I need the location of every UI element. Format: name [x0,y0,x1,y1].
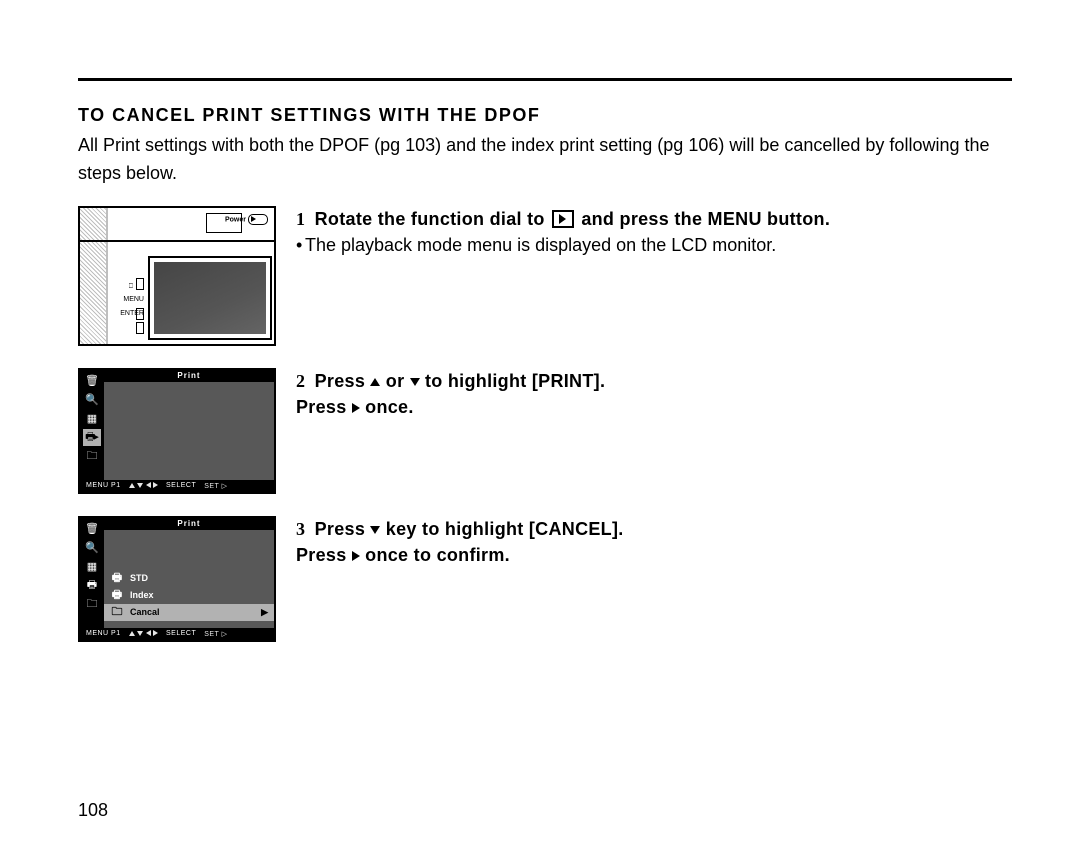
arrow-up-icon [370,378,380,386]
trash-icon: 🗑 [83,372,101,389]
intro-text: All Print settings with both the DPOF (p… [78,132,1012,188]
arrow-right-icon [352,403,360,413]
folder-icon: 🗀 [83,448,101,465]
step-number: 3 [296,519,305,539]
menu-title: Print [104,370,274,382]
page-number: 108 [78,800,108,821]
playback-mode-icon [552,210,574,228]
power-label: Power [225,216,246,223]
step-number: 2 [296,371,305,391]
camera-illustration: Power ⎕ MENU ENTER [78,206,276,346]
grid-icon: ▦ [83,410,101,427]
menu-sidebar: 🗑 🔍 ▦ 🖶▶ 🗀 [80,370,104,480]
folder-icon: 🗀 [110,604,124,621]
menu-illustration-2: 🗑 🔍 ▦ 🖶 🗀 Print 🖶 STD 🖶 [78,516,276,642]
menu-body [104,382,274,480]
grid-icon: ▦ [83,558,101,575]
step-3-heading: 3 Press key to highlight [CANCEL]. Press… [296,516,1012,568]
camera-back-btn-enter: ENTER [114,306,144,320]
arrow-down-icon [410,378,420,386]
step-1-heading: 1 Rotate the function dial to and press … [296,206,1012,232]
arrow-down-icon [370,526,380,534]
step-1-detail: •The playback mode menu is displayed on … [296,232,1012,260]
manual-page: To Cancel Print Settings with the DPOF A… [0,78,1080,843]
step-3: 🗑 🔍 ▦ 🖶 🗀 Print 🖶 STD 🖶 [78,516,1012,642]
menu-illustration-1: 🗑 🔍 ▦ 🖶▶ 🗀 Print MENU P1 SELECT SET ▷ [78,368,276,494]
magnifier-icon: 🔍 [83,391,101,408]
section-title: To Cancel Print Settings with the DPOF [78,105,1012,126]
menu-sidebar: 🗑 🔍 ▦ 🖶 🗀 [80,518,104,628]
steps-block: Power ⎕ MENU ENTER 1 Rotate the function… [78,206,1012,642]
camera-back-btn-1: ⎕ [114,278,144,292]
step-number: 1 [296,209,305,229]
lcd-monitor-icon [148,256,272,340]
folder-icon: 🗀 [83,596,101,613]
top-rule [78,78,1012,81]
step-2-heading: 2 Press or to highlight [PRINT]. Press o… [296,368,1012,420]
menu-row-cancel: 🗀 Cancal ▶ [104,604,274,621]
menu-footer: MENU P1 SELECT SET ▷ [80,628,274,640]
trash-icon: 🗑 [83,520,101,537]
menu-footer: MENU P1 SELECT SET ▷ [80,480,274,492]
menu-row-std: 🖶 STD [104,570,274,587]
step-1: Power ⎕ MENU ENTER 1 Rotate the function… [78,206,1012,346]
step-2: 🗑 🔍 ▦ 🖶▶ 🗀 Print MENU P1 SELECT SET ▷ [78,368,1012,494]
magnifier-icon: 🔍 [83,539,101,556]
camera-back-btn-menu: MENU [114,292,144,306]
print-std-icon: 🖶 [110,570,124,587]
print-index-icon: 🖶 [110,587,124,604]
menu-row-index: 🖶 Index [104,587,274,604]
print-icon: 🖶 [83,577,101,594]
power-switch-icon [248,214,268,225]
print-icon: 🖶▶ [83,429,101,446]
menu-title: Print [104,518,274,530]
arrow-right-icon [352,551,360,561]
menu-body: 🖶 STD 🖶 Index 🗀 Cancal ▶ [104,530,274,628]
